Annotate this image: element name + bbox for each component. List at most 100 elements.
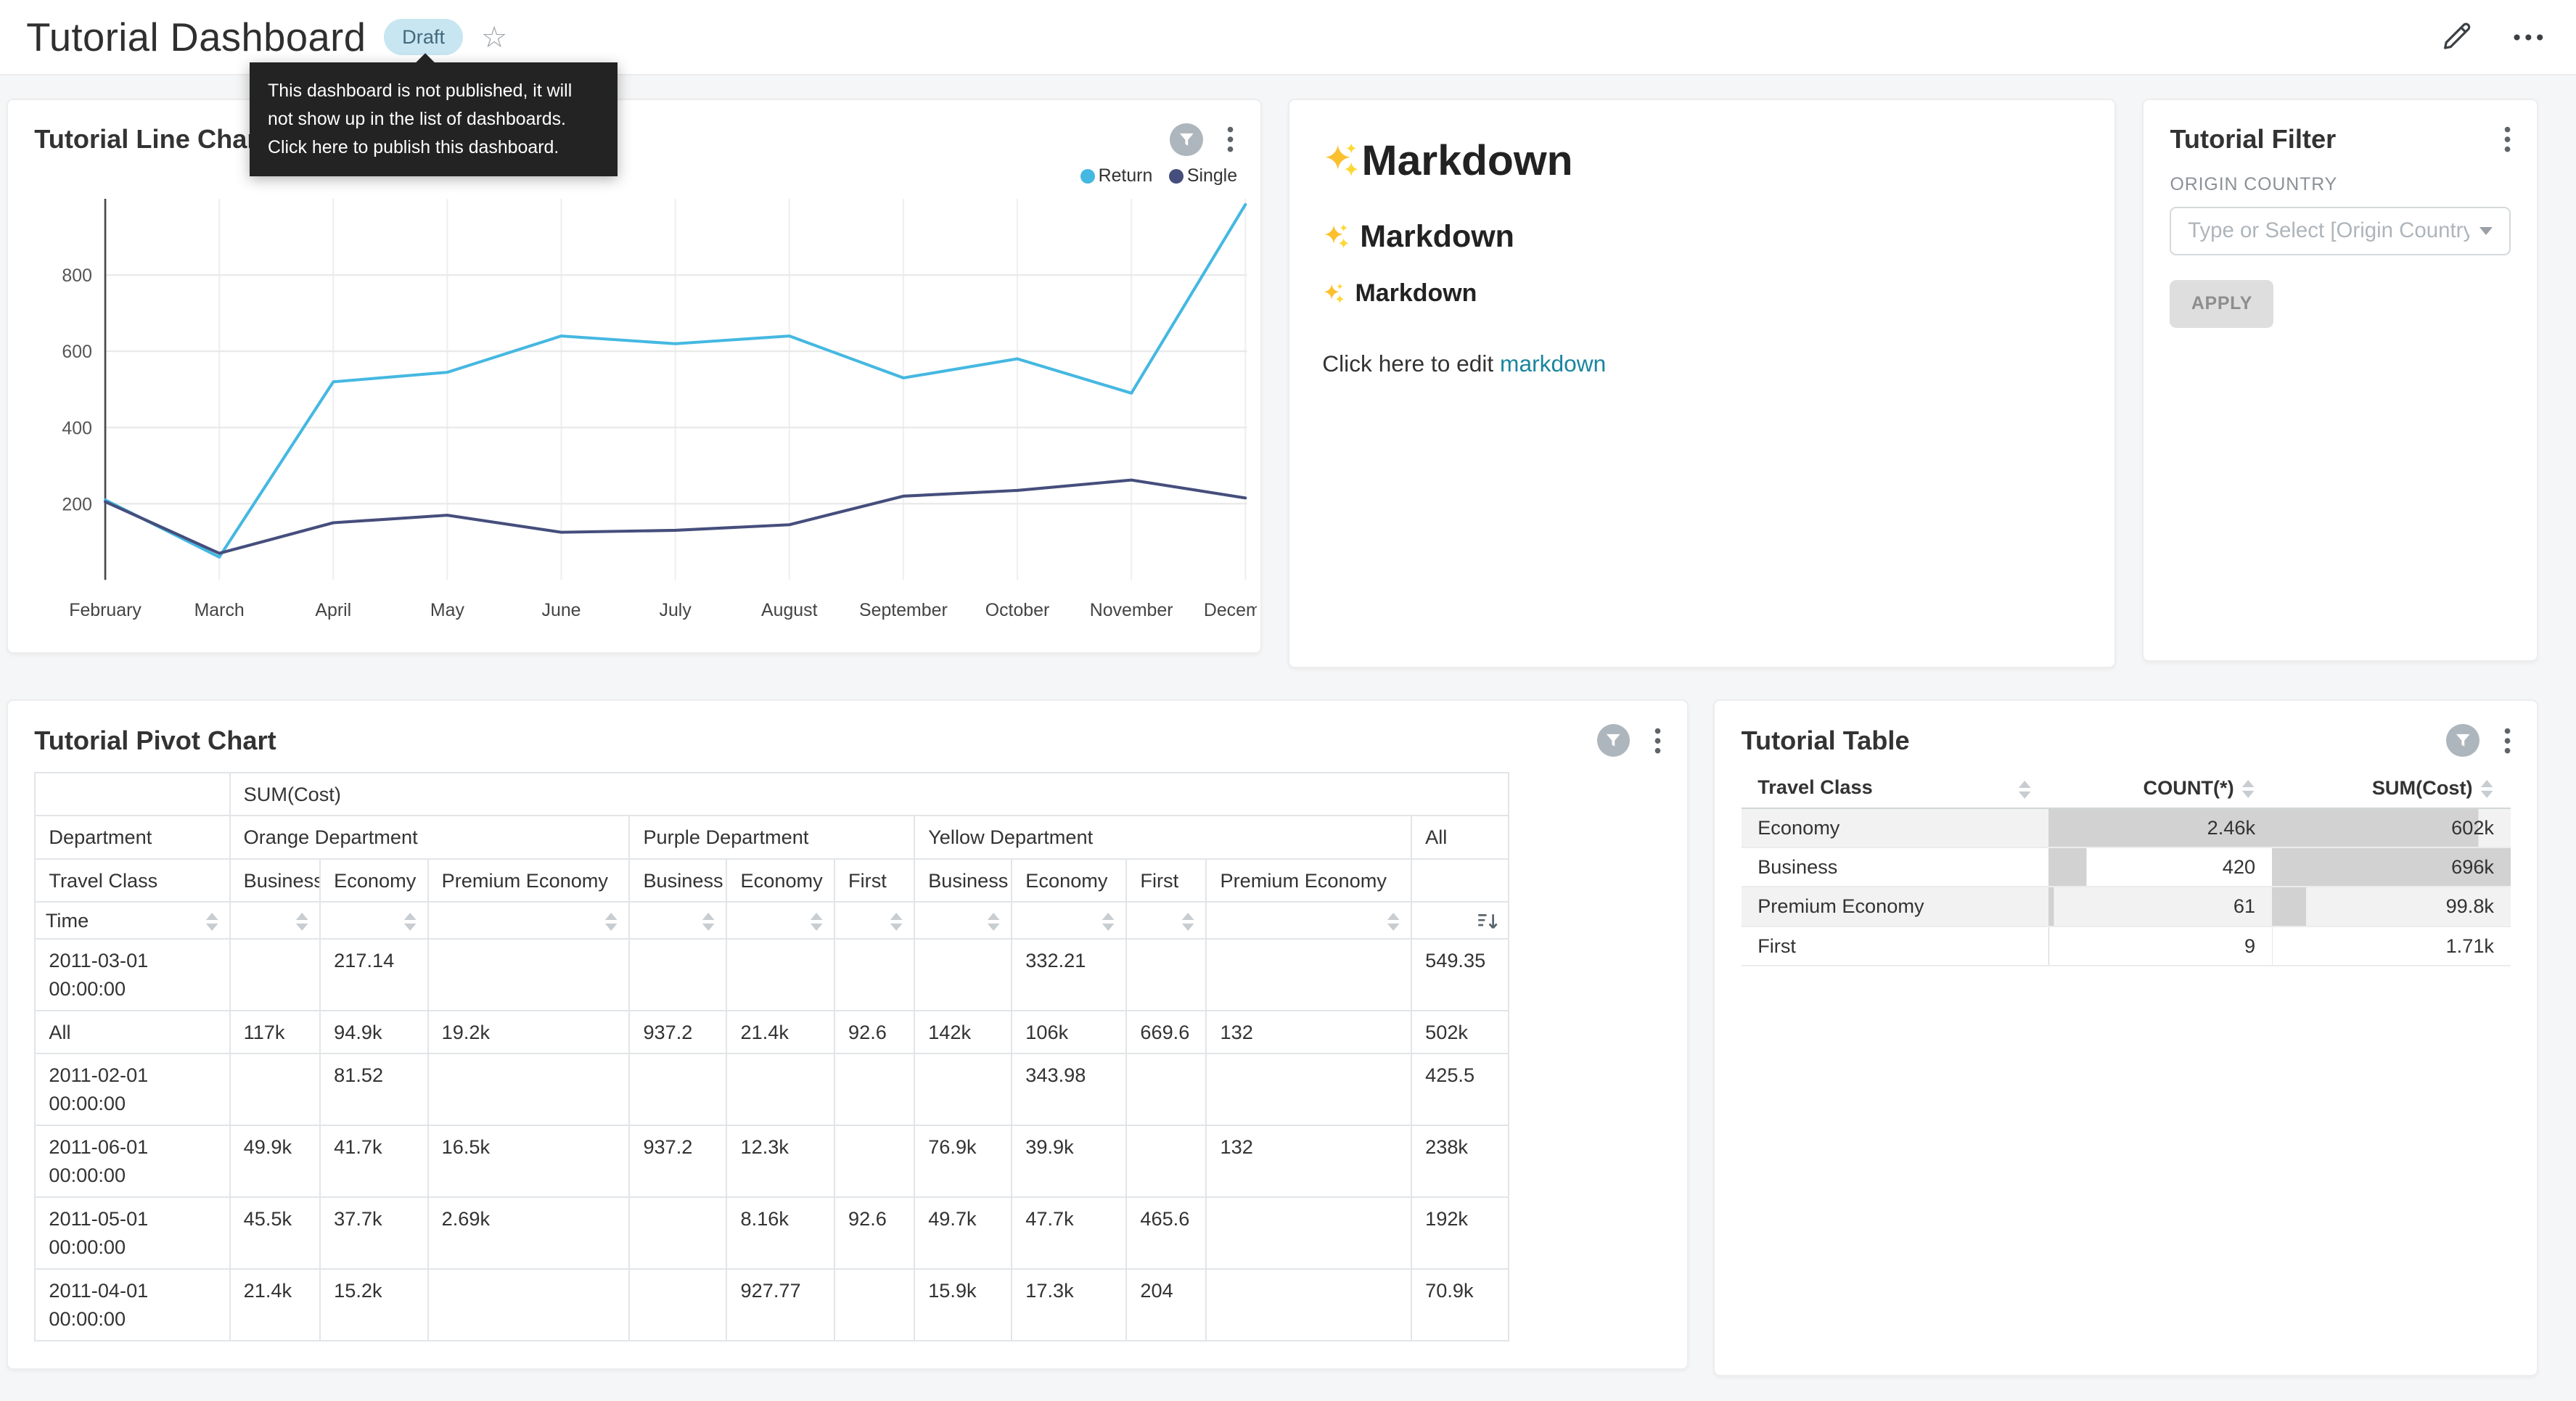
sparkles-icon bbox=[1322, 282, 1345, 305]
pivot-value-cell bbox=[1126, 939, 1206, 1011]
pivot-sort-icon[interactable] bbox=[1012, 902, 1126, 938]
table-card: Tutorial Table Travel ClassCOUNT(*)SUM(C… bbox=[1713, 699, 2538, 1376]
pivot-sort-icon[interactable] bbox=[1206, 902, 1411, 938]
pivot-value-cell: 549.35 bbox=[1411, 939, 1509, 1011]
table-row: Premium Economy6199.8k bbox=[1742, 887, 2511, 926]
pivot-value-cell: 117k bbox=[230, 1011, 321, 1053]
pivot-sort-icon[interactable] bbox=[1126, 902, 1206, 938]
pivot-value-cell: 39.9k bbox=[1012, 1125, 1126, 1197]
more-options-icon[interactable] bbox=[2514, 34, 2543, 41]
pivot-sort-active-icon[interactable] bbox=[1411, 902, 1509, 938]
pivot-value-cell: 12.3k bbox=[726, 1125, 834, 1197]
column-header-count[interactable]: COUNT(*) bbox=[2048, 768, 2272, 808]
pivot-row: All117k94.9k19.2k937.221.4k92.6142k106k6… bbox=[35, 1011, 1509, 1053]
legend-item-return[interactable]: Return bbox=[1080, 165, 1153, 186]
pivot-value-cell: 49.7k bbox=[914, 1197, 1012, 1269]
pivot-sort-icon[interactable] bbox=[834, 902, 914, 938]
pivot-value-cell: 21.4k bbox=[726, 1011, 834, 1053]
pivot-sort-icon[interactable] bbox=[726, 902, 834, 938]
pivot-value-cell bbox=[230, 1053, 321, 1125]
svg-text:December: December bbox=[1203, 600, 1256, 620]
select-placeholder: Type or Select [Origin Country] bbox=[2188, 218, 2469, 243]
origin-country-label: ORIGIN COUNTRY bbox=[2170, 174, 2510, 195]
column-header-travel-class[interactable]: Travel Class bbox=[1742, 768, 2048, 808]
travel-class-cell: Economy bbox=[1742, 808, 2048, 847]
pivot-value-cell: 217.14 bbox=[320, 939, 427, 1011]
pivot-sort-icon[interactable] bbox=[230, 902, 321, 938]
pivot-value-cell bbox=[1206, 939, 1411, 1011]
svg-text:June: June bbox=[541, 600, 581, 620]
card-header: Tutorial Table bbox=[1715, 701, 2537, 757]
pivot-class-header: Economy bbox=[1012, 859, 1126, 902]
pivot-row-label: 2011-04-01 00:00:00 bbox=[35, 1269, 229, 1341]
dashboard-page: Tutorial Dashboard Draft ☆ This dashboar… bbox=[0, 0, 2576, 1401]
pivot-value-cell bbox=[1126, 1053, 1206, 1125]
favorite-star-icon[interactable]: ☆ bbox=[481, 22, 508, 52]
pivot-sort-icon[interactable] bbox=[914, 902, 1012, 938]
kebab-menu-icon[interactable] bbox=[2501, 724, 2514, 757]
filter-indicator-icon[interactable] bbox=[2446, 724, 2479, 757]
pivot-value-cell bbox=[914, 1053, 1012, 1125]
data-table: Travel ClassCOUNT(*)SUM(Cost)Economy2.46… bbox=[1742, 768, 2511, 966]
travel-class-cell: First bbox=[1742, 927, 2048, 966]
pivot-value-cell bbox=[1206, 1053, 1411, 1125]
pivot-value-cell: 19.2k bbox=[428, 1011, 630, 1053]
unpublished-tooltip[interactable]: This dashboard is not published, it will… bbox=[250, 62, 618, 176]
pivot-value-cell bbox=[914, 939, 1012, 1011]
card-header: Tutorial Line Chart bbox=[8, 100, 1260, 156]
pivot-class-header: Economy bbox=[320, 859, 427, 902]
svg-text:February: February bbox=[69, 600, 141, 620]
edit-pencil-icon[interactable] bbox=[2441, 20, 2474, 53]
kebab-menu-icon[interactable] bbox=[2501, 123, 2514, 156]
sparkles-icon bbox=[1322, 141, 1360, 179]
pivot-value-cell bbox=[428, 1269, 630, 1341]
kebab-menu-icon[interactable] bbox=[1224, 123, 1237, 156]
pivot-sort-icon[interactable] bbox=[428, 902, 630, 938]
pivot-value-cell bbox=[834, 939, 914, 1011]
markdown-heading-3-text: Markdown bbox=[1355, 279, 1477, 308]
svg-text:400: 400 bbox=[62, 418, 92, 438]
markdown-edit-link[interactable]: markdown bbox=[1500, 350, 1606, 377]
svg-text:March: March bbox=[194, 600, 244, 620]
pivot-value-cell: 81.52 bbox=[320, 1053, 427, 1125]
pivot-chart-card: Tutorial Pivot Chart SUM(Cost)Department… bbox=[7, 699, 1689, 1370]
apply-button[interactable]: APPLY bbox=[2170, 280, 2273, 327]
pivot-value-cell: 70.9k bbox=[1411, 1269, 1509, 1341]
title-area: Tutorial Dashboard Draft ☆ bbox=[26, 15, 507, 60]
pivot-col-group-header: Orange Department bbox=[230, 815, 630, 858]
column-header-sum-cost[interactable]: SUM(Cost) bbox=[2272, 768, 2511, 808]
pivot-value-cell bbox=[428, 939, 630, 1011]
sum-cell: 696k bbox=[2272, 847, 2511, 887]
markdown-heading-1-text: Markdown bbox=[1362, 136, 1573, 185]
line-chart-card: Tutorial Line Chart ReturnSingle 2004006… bbox=[7, 99, 1262, 654]
table-card-title: Tutorial Table bbox=[1742, 726, 1910, 756]
pivot-value-cell: 16.5k bbox=[428, 1125, 630, 1197]
pivot-sort-icon[interactable] bbox=[629, 902, 726, 938]
origin-country-select[interactable]: Type or Select [Origin Country] bbox=[2170, 207, 2510, 256]
pivot-row: 2011-03-01 00:00:00217.14332.21549.35 bbox=[35, 939, 1509, 1011]
pivot-value-cell: 425.5 bbox=[1411, 1053, 1509, 1125]
pivot-value-cell: 2.69k bbox=[428, 1197, 630, 1269]
markdown-heading-3: Markdown bbox=[1322, 279, 2082, 308]
legend-item-single[interactable]: Single bbox=[1169, 165, 1237, 186]
table-row: First91.71k bbox=[1742, 927, 2511, 966]
filter-indicator-icon[interactable] bbox=[1170, 123, 1202, 156]
pivot-value-cell: 106k bbox=[1012, 1011, 1126, 1053]
draft-badge[interactable]: Draft bbox=[384, 19, 463, 55]
pivot-value-cell: 204 bbox=[1126, 1269, 1206, 1341]
pivot-row-dim-header: Department bbox=[35, 815, 229, 858]
pivot-row: 2011-02-01 00:00:0081.52343.98425.5 bbox=[35, 1053, 1509, 1125]
pivot-row-label: All bbox=[35, 1011, 229, 1053]
pivot-sort-icon[interactable] bbox=[320, 902, 427, 938]
pivot-value-cell bbox=[1126, 1125, 1206, 1197]
sum-cell: 99.8k bbox=[2272, 887, 2511, 926]
pivot-class-header: First bbox=[1126, 859, 1206, 902]
kebab-menu-icon[interactable] bbox=[1652, 724, 1665, 757]
pivot-value-cell bbox=[230, 939, 321, 1011]
chart-legend: Return Single bbox=[1080, 165, 1237, 186]
pivot-col-group-header: All bbox=[1411, 815, 1509, 858]
pivot-time-sort-header[interactable]: Time bbox=[35, 902, 229, 938]
filter-indicator-icon[interactable] bbox=[1597, 724, 1630, 757]
pivot-value-cell bbox=[834, 1125, 914, 1197]
pivot-value-cell: 927.77 bbox=[726, 1269, 834, 1341]
